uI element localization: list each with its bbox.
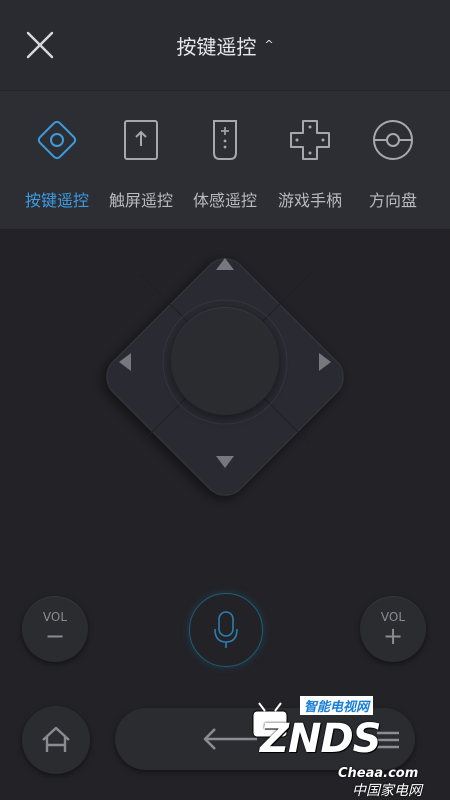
- minus-icon: −: [44, 622, 66, 650]
- triangle-right-icon: [319, 353, 331, 371]
- triangle-up-icon: [216, 258, 234, 270]
- microphone-icon: [214, 611, 238, 648]
- home-button[interactable]: [22, 706, 90, 774]
- mode-key-remote[interactable]: 按键遥控: [12, 91, 102, 229]
- dpad-left-button[interactable]: [105, 342, 145, 382]
- mode-motion-remote[interactable]: 体感遥控: [180, 91, 270, 229]
- gamepad-icon: [290, 120, 330, 160]
- voice-button[interactable]: [189, 593, 263, 667]
- steering-wheel-icon: [373, 120, 413, 160]
- chevron-up-icon: ^: [264, 37, 274, 51]
- volume-up-button[interactable]: VOL +: [360, 596, 426, 662]
- top-bar: 按键遥控 ^: [0, 0, 450, 90]
- motion-remote-icon: [213, 120, 237, 160]
- dpad-down-button[interactable]: [205, 442, 245, 482]
- mode-steering-wheel[interactable]: 方向盘: [348, 91, 438, 229]
- watermark: 智能电视网 ZNDS Cheaa.com 中国家电网: [240, 686, 450, 799]
- page-title: 按键遥控: [176, 34, 257, 59]
- touchscreen-icon: [124, 120, 158, 160]
- triangle-left-icon: [119, 353, 131, 371]
- mode-title-dropdown[interactable]: 按键遥控 ^: [0, 0, 450, 90]
- dpad-right-button[interactable]: [305, 342, 345, 382]
- mode-gamepad[interactable]: 游戏手柄: [265, 91, 355, 229]
- watermark-brand: ZNDS: [260, 716, 381, 762]
- dpad-up-button[interactable]: [205, 244, 245, 284]
- mode-touch-remote[interactable]: 触屏遥控: [96, 91, 186, 229]
- mode-label: 按键遥控: [24, 191, 89, 210]
- plus-icon: +: [382, 622, 404, 650]
- mode-selector: 按键遥控 触屏遥控 体感遥控 游戏手柄 方向盘: [0, 91, 450, 230]
- dpad-ok-button[interactable]: [171, 307, 279, 415]
- home-icon: [42, 726, 70, 752]
- watermark-top-text: 智能电视网: [300, 696, 374, 715]
- watermark-cn: 中国家电网: [352, 783, 422, 799]
- dpad-diamond-icon: [37, 120, 77, 160]
- watermark-site: Cheaa.com: [338, 766, 419, 781]
- mode-label: 方向盘: [368, 191, 417, 210]
- triangle-down-icon: [216, 456, 234, 468]
- mode-label: 游戏手柄: [277, 191, 342, 210]
- mode-label: 触屏遥控: [108, 191, 173, 210]
- volume-down-button[interactable]: VOL −: [22, 596, 88, 662]
- mode-label: 体感遥控: [192, 191, 257, 210]
